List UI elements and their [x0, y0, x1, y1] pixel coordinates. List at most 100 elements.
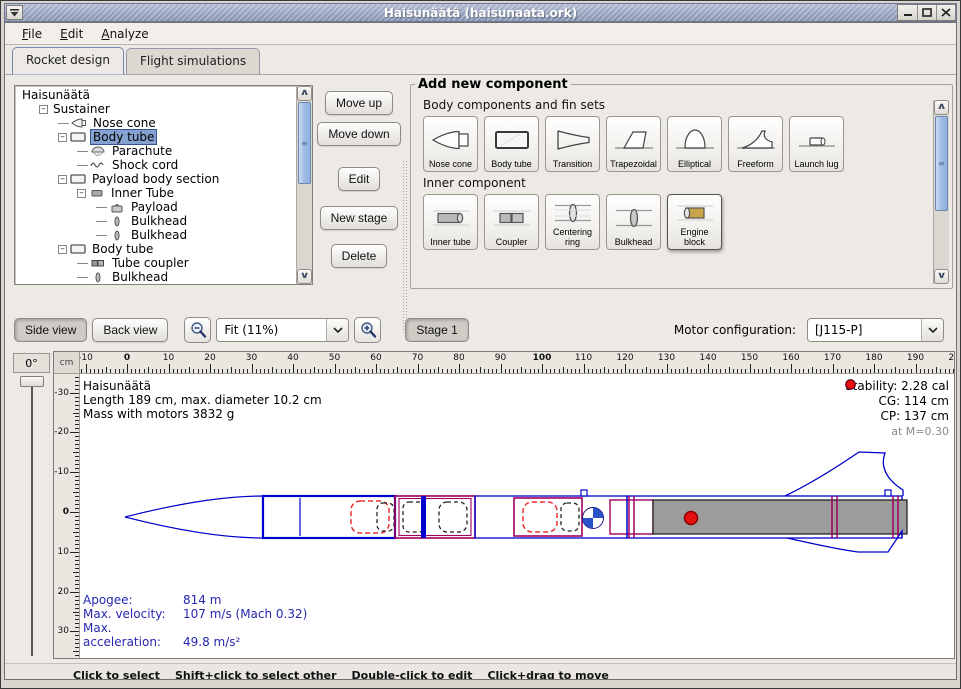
motor-configuration-combo[interactable]: [J115-P] [807, 318, 944, 342]
tube-coupler-shape[interactable] [514, 498, 582, 536]
tree-item-inner-tube[interactable]: – Inner Tube [17, 186, 295, 200]
payload-inner-tube-shape[interactable] [399, 499, 471, 536]
parachute-shape[interactable] [351, 501, 389, 533]
coupler-button[interactable]: Coupler [484, 194, 539, 250]
tree-item-shock-cord[interactable]: Shock cord [17, 158, 295, 172]
tree-item-label[interactable]: Parachute [110, 144, 174, 158]
centering-ring-button[interactable]: Centering ring [545, 194, 600, 250]
launch-lug-button[interactable]: Launch lug [789, 116, 844, 172]
tree-item-label[interactable]: Body tube [90, 129, 157, 145]
ruler-tick [936, 367, 937, 373]
tree-item-label[interactable]: Shock cord [110, 158, 180, 172]
ruler-label: 70 [412, 353, 423, 363]
tree-collapse-icon[interactable]: – [77, 189, 86, 198]
stage-1-toggle[interactable]: Stage 1 [405, 318, 468, 342]
move-up-button[interactable]: Move up [325, 91, 393, 115]
tree-collapse-icon[interactable]: – [58, 245, 67, 254]
tree-item-label[interactable]: Payload body section [90, 172, 221, 186]
tree-item-label[interactable]: Payload [129, 200, 180, 214]
payload-mass-2-shape[interactable] [439, 502, 467, 532]
tree-scrollbar[interactable]: ∧ ≡ ∨ [296, 86, 312, 284]
nose-cone-shape[interactable] [125, 496, 263, 538]
scrollbar-thumb[interactable]: ≡ [935, 116, 948, 211]
ruler-tick [152, 369, 153, 373]
tree-item-label[interactable]: Tube coupler [110, 256, 191, 270]
bulkhead-button[interactable]: Bulkhead [606, 194, 661, 250]
inner-tube-button[interactable]: Inner tube [423, 194, 478, 250]
launch-lug-2-shape[interactable] [885, 490, 891, 496]
tree-item-label[interactable]: Inner Tube [109, 186, 176, 200]
scroll-up-icon[interactable]: ∧ [934, 100, 949, 115]
back-view-button[interactable]: Back view [92, 318, 168, 342]
nose-cone-button[interactable]: Nose cone [423, 116, 478, 172]
fin-upper-shape[interactable] [785, 452, 903, 496]
freeform-button[interactable]: Freeform [728, 116, 783, 172]
bulkhead-shape[interactable] [421, 496, 426, 538]
move-down-button[interactable]: Move down [317, 122, 400, 146]
ruler-tick [177, 369, 178, 373]
trapezoidal-button[interactable]: Trapezoidal [606, 116, 661, 172]
tree-item-label[interactable]: Bulkhead [129, 228, 189, 242]
tree-item-sustainer[interactable]: –Sustainer [17, 102, 295, 116]
menu-analyze[interactable]: Analyze [92, 25, 157, 43]
shock-cord-shape[interactable] [377, 503, 394, 531]
transition-button[interactable]: Transition [545, 116, 600, 172]
tree-collapse-icon[interactable]: – [58, 175, 67, 184]
tree-item-label[interactable]: Haisunäätä [20, 88, 92, 102]
body-tube-button[interactable]: Body tube [484, 116, 539, 172]
side-view-button[interactable]: Side view [14, 318, 87, 342]
tree-item-bulkhead[interactable]: Bulkhead [17, 214, 295, 228]
shock-cord-2-shape[interactable] [561, 503, 579, 531]
tree-item-parachute[interactable]: Parachute [17, 144, 295, 158]
ruler-tick [75, 556, 79, 557]
tree-item-bulkhead[interactable]: Bulkhead [17, 270, 295, 284]
delete-button[interactable]: Delete [331, 244, 388, 268]
titlebar[interactable]: Haisunäätä (haisunaata.ork) [4, 3, 957, 22]
ruler-tick [75, 444, 79, 445]
tree-item-payload-body-section[interactable]: – Payload body section [17, 172, 295, 186]
menu-edit[interactable]: Edit [51, 25, 92, 43]
tree-item-label[interactable]: Body tube [90, 242, 155, 256]
engine-block-button[interactable]: Engine block [667, 194, 722, 250]
ruler-tick [729, 367, 730, 373]
zoom-out-button[interactable] [184, 317, 211, 343]
rotation-slider[interactable] [20, 376, 44, 658]
chevron-down-icon[interactable] [326, 319, 348, 341]
tree-item-body-tube[interactable]: – Body tube [17, 130, 295, 144]
elliptical-button[interactable]: Elliptical [667, 116, 722, 172]
component-scrollbar[interactable]: ∧ ≡ ∨ [933, 100, 949, 284]
slider-handle[interactable] [20, 376, 44, 387]
scroll-down-icon[interactable]: ∨ [934, 269, 949, 284]
tab-flight-simulations[interactable]: Flight simulations [126, 48, 260, 74]
rocket-canvas[interactable]: Haisunäätä Length 189 cm, max. diameter … [80, 374, 954, 658]
tree-item-haisunäätä[interactable]: Haisunäätä [17, 88, 295, 102]
chevron-down-icon[interactable] [921, 319, 943, 341]
zoom-level-combo[interactable]: Fit (11%) [216, 318, 349, 342]
tree-item-payload[interactable]: Payload [17, 200, 295, 214]
tree-item-body-tube[interactable]: – Body tube [17, 242, 295, 256]
tab-rocket-design[interactable]: Rocket design [12, 47, 124, 75]
tree-item-bulkhead[interactable]: Bulkhead [17, 228, 295, 242]
body-tube-icon [70, 173, 87, 185]
tree-item-label[interactable]: Sustainer [51, 102, 112, 116]
menu-file[interactable]: File [13, 25, 51, 43]
app-window: Haisunäätä (haisunaata.ork) FileEditAnal… [0, 0, 961, 689]
tree-item-label[interactable]: Nose cone [91, 116, 158, 130]
flight-stat-row: Max. velocity:107 m/s (Mach 0.32) [83, 607, 307, 621]
body-tube-1-shape[interactable] [263, 496, 395, 538]
tree-item-nose-cone[interactable]: Nose cone [17, 116, 295, 130]
scroll-down-icon[interactable]: ∨ [297, 269, 312, 284]
tree-item-label[interactable]: Bulkhead [110, 270, 170, 284]
tree-collapse-icon[interactable]: – [39, 105, 48, 114]
inner-tube-shape[interactable] [610, 500, 653, 534]
tree-item-label[interactable]: Bulkhead [129, 214, 189, 228]
tree-item-tube-coupler[interactable]: Tube coupler [17, 256, 295, 270]
parachute-2-shape[interactable] [523, 502, 557, 532]
new-stage-button[interactable]: New stage [320, 206, 399, 230]
edit-button[interactable]: Edit [338, 167, 381, 191]
zoom-in-button[interactable] [354, 317, 381, 343]
tree-collapse-icon[interactable]: – [58, 133, 67, 142]
launch-lug-shape[interactable] [581, 490, 587, 496]
scroll-up-icon[interactable]: ∧ [297, 86, 312, 101]
scrollbar-thumb[interactable]: ≡ [298, 102, 311, 184]
